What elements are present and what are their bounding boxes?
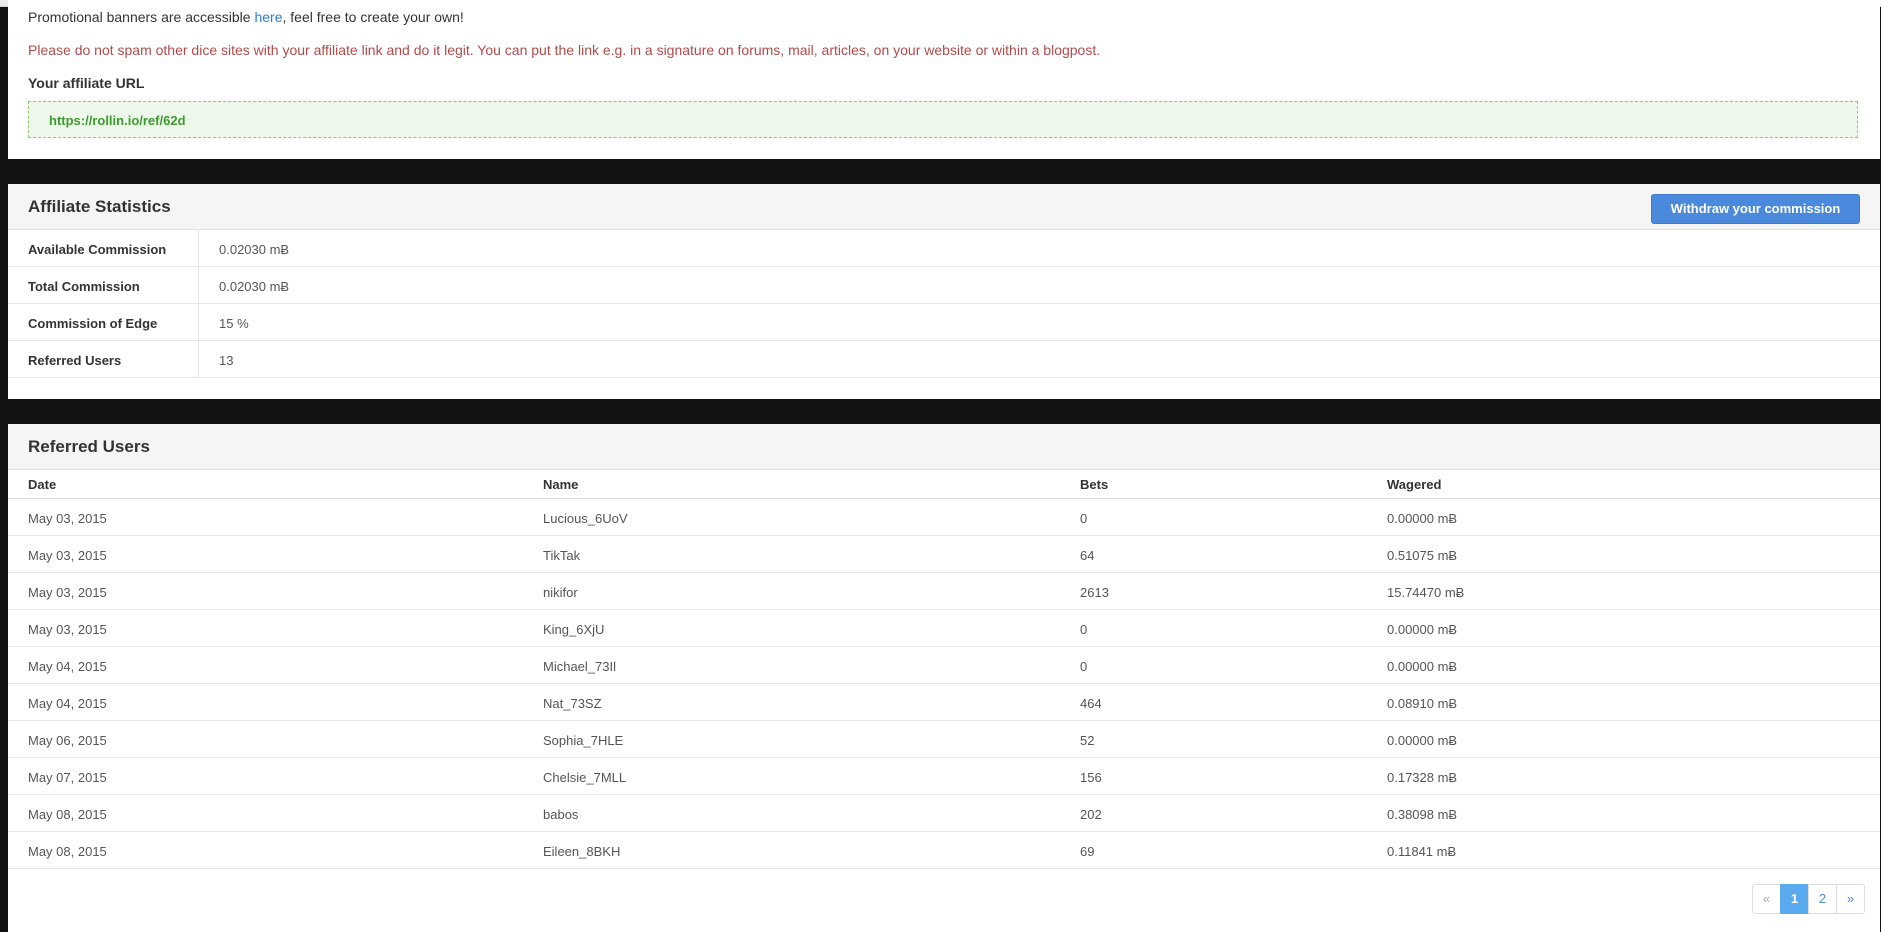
table-row: May 03, 2015 Lucious_6UoV 0 0.00000 mɃ (8, 499, 1880, 536)
cell-date: May 08, 2015 (28, 807, 107, 822)
stat-key: Available Commission (28, 242, 167, 257)
cell-wagered: 15.74470 mɃ (1387, 585, 1465, 600)
cell-date: May 08, 2015 (28, 844, 107, 859)
promo-text: Promotional banners are accessible here,… (28, 9, 464, 25)
referred-title: Referred Users (28, 437, 150, 456)
table-row: May 08, 2015 Eileen_8BKH 69 0.11841 mɃ (8, 832, 1880, 869)
cell-wagered: 0.00000 mɃ (1387, 622, 1458, 637)
stats-title: Affiliate Statistics (28, 197, 171, 216)
stat-row-commission-of-edge: Commission of Edge 15 % (8, 304, 1880, 341)
stats-header: Affiliate Statistics Withdraw your commi… (8, 184, 1880, 230)
cell-wagered: 0.38098 mɃ (1387, 807, 1458, 822)
stat-key: Commission of Edge (28, 316, 158, 331)
stat-key: Referred Users (28, 353, 122, 368)
cell-name: King_6XjU (543, 622, 605, 637)
column-header-date[interactable]: Date (28, 477, 56, 492)
cell-bets: 52 (1080, 733, 1095, 748)
spam-warning: Please do not spam other dice sites with… (28, 42, 1101, 58)
pagination-page-1[interactable]: 1 (1780, 884, 1809, 914)
cell-name: Sophia_7HLE (543, 733, 624, 748)
stat-row-total-commission: Total Commission 0.02030 mɃ (8, 267, 1880, 304)
cell-bets: 0 (1080, 511, 1088, 526)
cell-date: May 03, 2015 (28, 548, 107, 563)
cell-name: Eileen_8BKH (543, 844, 621, 859)
affiliate-statistics-panel: Affiliate Statistics Withdraw your commi… (8, 184, 1880, 399)
table-row: May 06, 2015 Sophia_7HLE 52 0.00000 mɃ (8, 721, 1880, 758)
stat-key: Total Commission (28, 279, 140, 294)
cell-name: Lucious_6UoV (543, 511, 628, 526)
cell-bets: 156 (1080, 770, 1102, 785)
cell-wagered: 0.51075 mɃ (1387, 548, 1458, 563)
cell-bets: 69 (1080, 844, 1095, 859)
cell-bets: 202 (1080, 807, 1102, 822)
cell-bets: 464 (1080, 696, 1102, 711)
cell-wagered: 0.08910 mɃ (1387, 696, 1458, 711)
cell-bets: 64 (1080, 548, 1095, 563)
stat-value: 0.02030 mɃ (219, 279, 290, 294)
affiliate-url-label: Your affiliate URL (28, 75, 145, 91)
table-row: May 03, 2015 TikTak 64 0.51075 mɃ (8, 536, 1880, 573)
pagination-next[interactable]: » (1836, 884, 1865, 914)
cell-bets: 0 (1080, 659, 1088, 674)
cell-wagered: 0.00000 mɃ (1387, 511, 1458, 526)
cell-date: May 03, 2015 (28, 585, 107, 600)
column-header-name[interactable]: Name (543, 477, 578, 492)
referred-users-panel: Referred Users Date Name Bets Wagered Ma… (8, 424, 1880, 932)
cell-wagered: 0.17328 mɃ (1387, 770, 1458, 785)
referred-header: Referred Users (8, 424, 1880, 470)
affiliate-link-panel: Promotional banners are accessible here,… (8, 0, 1880, 159)
withdraw-commission-button[interactable]: Withdraw your commission (1651, 194, 1860, 224)
cell-wagered: 0.11841 mɃ (1387, 844, 1457, 859)
pagination-prev[interactable]: « (1752, 884, 1781, 914)
table-row: May 03, 2015 King_6XjU 0 0.00000 mɃ (8, 610, 1880, 647)
cell-date: May 04, 2015 (28, 696, 107, 711)
cell-date: May 03, 2015 (28, 511, 107, 526)
table-row: May 04, 2015 Michael_73Il 0 0.00000 mɃ (8, 647, 1880, 684)
cell-name: Nat_73SZ (543, 696, 602, 711)
promo-text-before: Promotional banners are accessible (28, 9, 255, 25)
cell-name: babos (543, 807, 579, 822)
pagination-page-2[interactable]: 2 (1808, 884, 1837, 914)
cell-date: May 03, 2015 (28, 622, 107, 637)
cell-date: May 07, 2015 (28, 770, 107, 785)
stat-row-available-commission: Available Commission 0.02030 mɃ (8, 230, 1880, 267)
cell-bets: 0 (1080, 622, 1088, 637)
table-row: May 07, 2015 Chelsie_7MLL 156 0.17328 mɃ (8, 758, 1880, 795)
cell-date: May 06, 2015 (28, 733, 107, 748)
stat-row-referred-users: Referred Users 13 (8, 341, 1880, 378)
affiliate-url[interactable]: https://rollin.io/ref/62d (49, 113, 186, 128)
stat-value: 0.02030 mɃ (219, 242, 290, 257)
cell-date: May 04, 2015 (28, 659, 107, 674)
stat-value: 15 % (219, 316, 249, 331)
cell-name: Chelsie_7MLL (543, 770, 627, 785)
cell-name: Michael_73Il (543, 659, 616, 674)
pagination: « 1 2 » (1752, 884, 1865, 914)
table-row: May 08, 2015 babos 202 0.38098 mɃ (8, 795, 1880, 832)
cell-name: TikTak (543, 548, 581, 563)
promo-text-after: , feel free to create your own! (282, 9, 464, 25)
table-row: May 03, 2015 nikifor 2613 15.74470 mɃ (8, 573, 1880, 610)
cell-name: nikifor (543, 585, 578, 600)
affiliate-url-box[interactable]: https://rollin.io/ref/62d (28, 101, 1858, 138)
stat-value: 13 (219, 353, 234, 368)
cell-wagered: 0.00000 mɃ (1387, 733, 1458, 748)
column-header-bets[interactable]: Bets (1080, 477, 1108, 492)
cell-wagered: 0.00000 mɃ (1387, 659, 1458, 674)
cell-bets: 2613 (1080, 585, 1109, 600)
column-header-wagered[interactable]: Wagered (1387, 477, 1441, 492)
promo-banners-link[interactable]: here (254, 9, 282, 25)
table-row: May 04, 2015 Nat_73SZ 464 0.08910 mɃ (8, 684, 1880, 721)
